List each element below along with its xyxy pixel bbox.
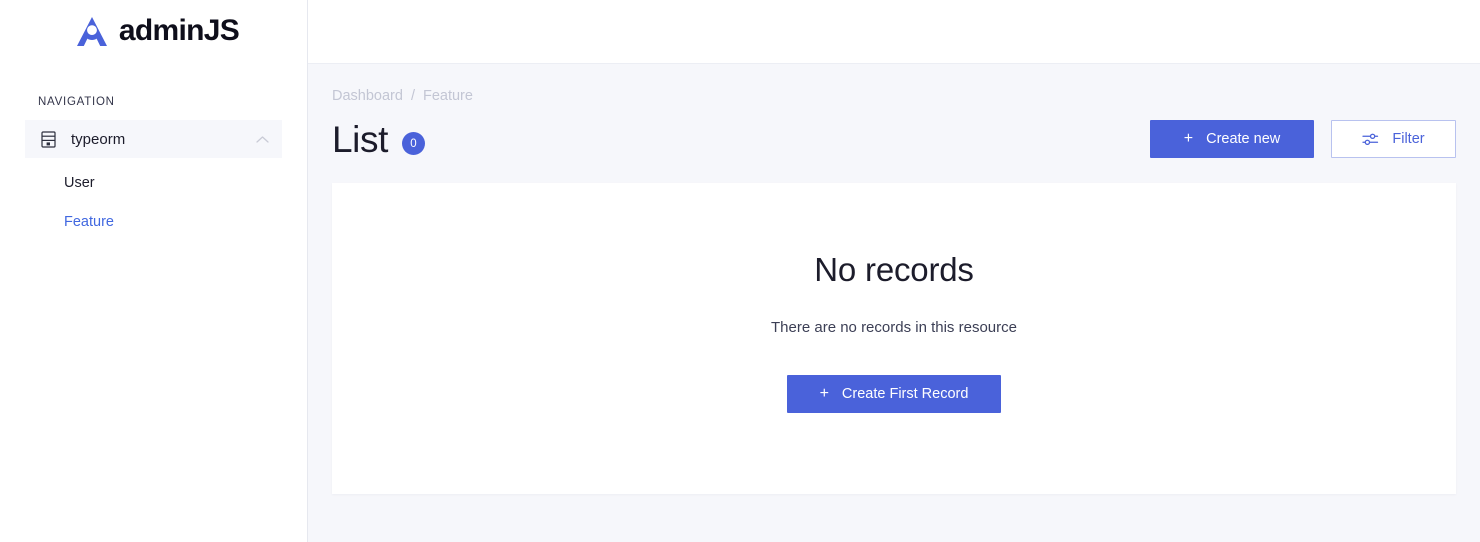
sidebar-item-label: User [64,175,95,191]
filter-button[interactable]: Filter [1331,120,1456,158]
sidebar-sub-items: User Feature [0,158,307,238]
breadcrumb-item-dashboard[interactable]: Dashboard [332,88,403,104]
empty-state-subtitle: There are no records in this resource [771,319,1017,336]
create-first-record-button[interactable]: + Create First Record [787,375,1001,413]
nav-section-label: NAVIGATION [38,96,115,108]
sidebar-group-label: typeorm [71,130,126,148]
top-bar [308,0,1480,64]
adminjs-app: adminJS NAVIGATION typeorm User Feature … [0,0,1480,542]
brand-logo[interactable]: adminJS [74,14,240,50]
create-new-button[interactable]: + Create new [1150,120,1314,158]
sidebar-group-typeorm[interactable]: typeorm [25,120,282,158]
plus-icon: + [1183,129,1194,147]
page-header: List 0 + Create new Filter [332,117,1456,161]
sidebar-item-user[interactable]: User [0,167,307,199]
main-area: Dashboard / Feature List 0 + Create new [308,0,1480,542]
breadcrumb: Dashboard / Feature [332,64,1456,104]
header-actions: + Create new Filter [1150,120,1456,158]
brand-name: adminJS [118,14,240,47]
empty-state-title: No records [814,251,974,288]
sliders-icon [1362,132,1379,147]
sidebar: adminJS NAVIGATION typeorm User Feature [0,0,308,542]
create-first-record-label: Create First Record [841,386,969,402]
create-new-label: Create new [1206,131,1281,147]
plus-icon: + [819,384,829,402]
records-card: No records There are no records in this … [332,183,1456,494]
adminjs-logo-icon [74,14,110,50]
database-icon [39,130,57,148]
sidebar-item-feature[interactable]: Feature [0,206,307,238]
brand-header[interactable]: adminJS [0,0,307,64]
page-title: List [332,118,388,160]
record-count-badge: 0 [401,132,425,155]
filter-label: Filter [1392,131,1425,147]
page-content: Dashboard / Feature List 0 + Create new [308,64,1480,542]
breadcrumb-separator: / [410,88,415,104]
sidebar-item-label: Feature [64,214,114,230]
breadcrumb-item-feature[interactable]: Feature [423,88,473,104]
chevron-up-icon[interactable] [255,132,269,146]
